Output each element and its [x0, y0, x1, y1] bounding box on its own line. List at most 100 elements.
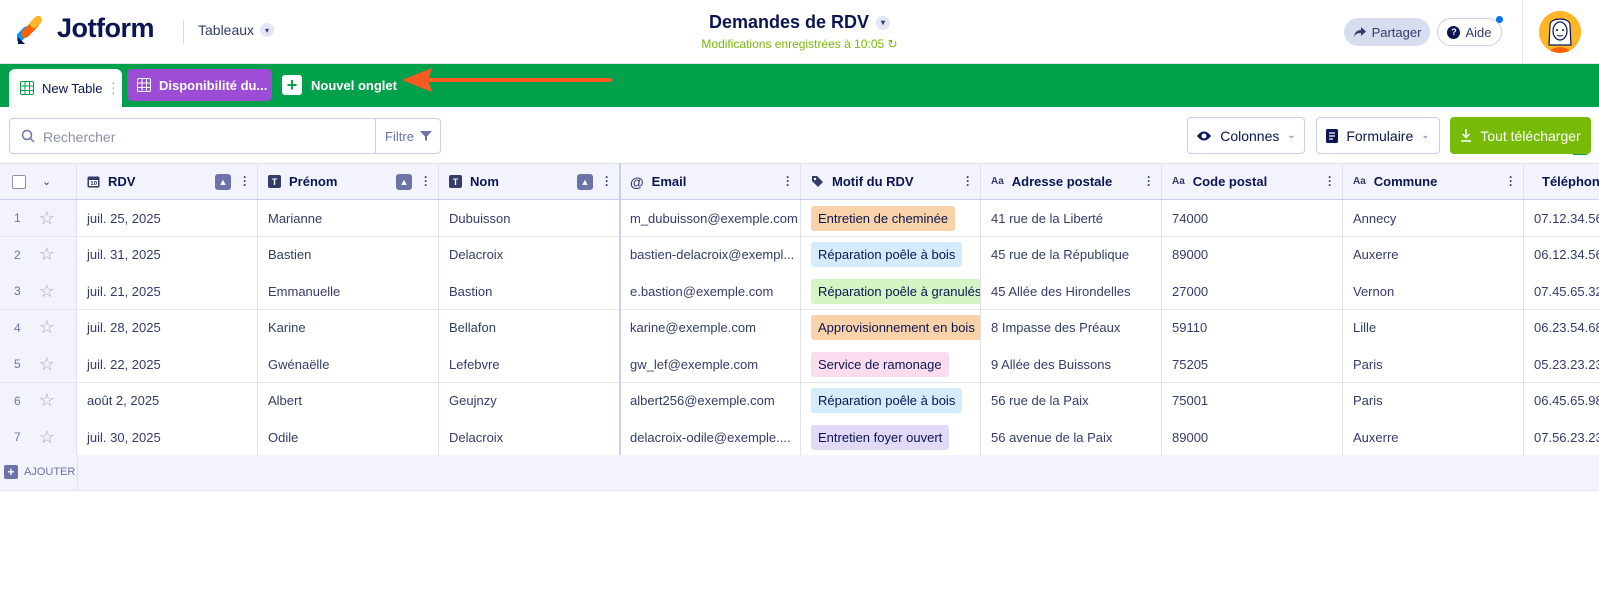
table-cell-prenom[interactable]: Karine [258, 309, 439, 346]
table-cell-commune[interactable]: Annecy [1343, 200, 1524, 236]
column-menu-icon[interactable]: · · · [605, 171, 609, 191]
table-row[interactable]: 1 ☆ juil. 25, 2025 Marianne Dubuisson m_dubui… [0, 200, 1599, 237]
column-menu-icon[interactable]: · · · [243, 171, 247, 191]
column-header-rdv[interactable]: 10 RDV ▲ · · · [77, 164, 258, 199]
table-cell-cp[interactable]: 74000 [1162, 200, 1343, 236]
table-cell-prenom[interactable]: Gwénaëlle [258, 346, 439, 382]
table-cell-rdv[interactable]: juil. 21, 2025 [77, 273, 258, 309]
table-cell-prenom[interactable]: Marianne [258, 200, 439, 236]
table-cell-email[interactable]: albert256@exemple.com [620, 382, 801, 419]
table-cell-motif[interactable]: Réparation poêle à granulés [801, 273, 981, 309]
tab-disponibilite[interactable]: Disponibilité du... [127, 69, 272, 101]
table-row[interactable]: 4 ☆ juil. 28, 2025 Karine Bellafon karine@exe… [0, 309, 1599, 347]
table-cell-email[interactable]: bastien-delacroix@exempl... [620, 236, 801, 273]
table-cell-email[interactable]: m_dubuisson@exemple.com [620, 200, 801, 236]
column-header-email[interactable]: @ Email · · · [620, 164, 801, 199]
table-cell-nom[interactable]: Delacroix [439, 236, 620, 273]
help-button[interactable]: ? Aide [1437, 16, 1503, 46]
chevron-down-icon[interactable]: ⌄ [42, 175, 51, 188]
brand-name[interactable]: Jotform [57, 13, 155, 44]
table-cell-email[interactable]: e.bastion@exemple.com [620, 273, 801, 309]
tab-new-table[interactable]: New Table · · · [9, 69, 122, 107]
frozen-columns-divider[interactable] [619, 163, 621, 455]
table-cell-adresse[interactable]: 45 Allée des Hirondelles [981, 273, 1162, 309]
column-menu-icon[interactable]: · · · [1328, 171, 1332, 191]
table-cell-nom[interactable]: Delacroix [439, 419, 620, 455]
star-icon[interactable]: ☆ [39, 208, 55, 229]
search-input[interactable] [43, 127, 363, 147]
column-menu-icon[interactable]: · · · [1509, 171, 1513, 191]
column-header-nom[interactable]: T Nom ▲ · · · [439, 164, 620, 199]
table-cell-cp[interactable]: 27000 [1162, 273, 1343, 309]
table-cell-cp[interactable]: 59110 [1162, 309, 1343, 346]
table-cell-motif[interactable]: Réparation poêle à bois [801, 382, 981, 419]
star-icon[interactable]: ☆ [39, 390, 55, 411]
table-cell-rdv[interactable]: juil. 25, 2025 [77, 200, 258, 236]
table-cell-email[interactable]: delacroix-odile@exemple.... [620, 419, 801, 455]
table-cell-nom[interactable]: Geujnzy [439, 382, 620, 419]
tables-menu[interactable]: Tableaux ▾ [198, 22, 275, 38]
table-cell-nom[interactable]: Bellafon [439, 309, 620, 346]
table-cell-rdv[interactable]: juil. 30, 2025 [77, 419, 258, 455]
table-cell-cp[interactable]: 75001 [1162, 382, 1343, 419]
table-cell-motif[interactable]: Entretien foyer ouvert [801, 419, 981, 455]
column-menu-icon[interactable]: · · · [966, 171, 970, 191]
table-row[interactable]: 7 ☆ juil. 30, 2025 Odile Delacroix delacroix-… [0, 419, 1599, 456]
add-row-button[interactable]: + AJOUTER [4, 465, 75, 479]
download-all-button[interactable]: Tout télécharger [1450, 117, 1591, 154]
form-button[interactable]: Formulaire ⌄ [1316, 117, 1440, 154]
share-button[interactable]: Partager [1344, 18, 1430, 46]
table-cell-rdv[interactable]: juil. 22, 2025 [77, 346, 258, 382]
table-cell-motif[interactable]: Réparation poêle à bois [801, 236, 981, 273]
column-header-adresse[interactable]: Aa Adresse postale · · · [981, 164, 1162, 199]
column-header-code-postal[interactable]: Aa Code postal · · · [1162, 164, 1343, 199]
pin-icon[interactable]: ▲ [577, 174, 593, 190]
table-cell-tel[interactable]: 06.12.34.56. [1524, 237, 1599, 273]
tab-options-icon[interactable]: · · · [111, 75, 116, 99]
table-cell-adresse[interactable]: 8 Impasse des Préaux [981, 309, 1162, 346]
column-header-prenom[interactable]: T Prénom ▲ · · · [258, 164, 439, 199]
star-icon[interactable]: ☆ [39, 317, 55, 338]
jotform-logo-icon[interactable] [17, 15, 43, 45]
table-cell-prenom[interactable]: Odile [258, 419, 439, 455]
table-cell-nom[interactable]: Bastion [439, 273, 620, 309]
select-all-checkbox[interactable] [12, 174, 26, 189]
table-cell-nom[interactable]: Dubuisson [439, 200, 620, 236]
add-tab-button[interactable]: + Nouvel onglet [282, 74, 397, 96]
table-cell-rdv[interactable]: juil. 28, 2025 [77, 309, 258, 346]
table-cell-commune[interactable]: Vernon [1343, 273, 1524, 309]
table-cell-email[interactable]: karine@exemple.com [620, 309, 801, 346]
table-cell-tel[interactable]: 05.23.23.23 [1524, 346, 1599, 382]
table-cell-prenom[interactable]: Bastien [258, 236, 439, 273]
table-cell-rdv[interactable]: août 2, 2025 [77, 382, 258, 419]
table-cell-cp[interactable]: 75205 [1162, 346, 1343, 382]
table-cell-tel[interactable]: 07.12.34.56. [1524, 200, 1599, 236]
columns-button[interactable]: Colonnes ⌄ [1187, 117, 1305, 154]
star-icon[interactable]: ☆ [39, 281, 55, 302]
table-cell-tel[interactable]: 06.23.54.68 [1524, 310, 1599, 346]
table-cell-adresse[interactable]: 9 Allée des Buissons [981, 346, 1162, 382]
table-cell-adresse[interactable]: 56 avenue de la Paix [981, 419, 1162, 455]
table-cell-commune[interactable]: Lille [1343, 309, 1524, 346]
column-menu-icon[interactable]: · · · [1147, 171, 1151, 191]
table-cell-cp[interactable]: 89000 [1162, 419, 1343, 455]
table-cell-commune[interactable]: Auxerre [1343, 236, 1524, 273]
table-cell-commune[interactable]: Paris [1343, 346, 1524, 382]
table-cell-email[interactable]: gw_lef@exemple.com [620, 346, 801, 382]
document-title[interactable]: Demandes de RDV ▾ [709, 12, 891, 33]
star-icon[interactable]: ☆ [39, 244, 55, 265]
column-menu-icon[interactable]: · · · [786, 171, 790, 191]
table-cell-nom[interactable]: Lefebvre [439, 346, 620, 382]
table-cell-adresse[interactable]: 45 rue de la République [981, 236, 1162, 273]
table-cell-motif[interactable]: Service de ramonage [801, 346, 981, 382]
table-cell-tel[interactable]: 06.45.65.98 [1524, 383, 1599, 419]
avatar[interactable] [1539, 11, 1581, 53]
table-cell-motif[interactable]: Approvisionnement en bois [801, 309, 981, 346]
pin-icon[interactable]: ▲ [215, 174, 231, 190]
pin-icon[interactable]: ▲ [396, 174, 412, 190]
table-cell-commune[interactable]: Paris [1343, 382, 1524, 419]
table-cell-tel[interactable]: 07.56.23.23 [1524, 419, 1599, 455]
table-cell-prenom[interactable]: Albert [258, 382, 439, 419]
table-row[interactable]: 6 ☆ août 2, 2025 Albert Geujnzy albert256@exe… [0, 382, 1599, 420]
table-cell-adresse[interactable]: 56 rue de la Paix [981, 382, 1162, 419]
